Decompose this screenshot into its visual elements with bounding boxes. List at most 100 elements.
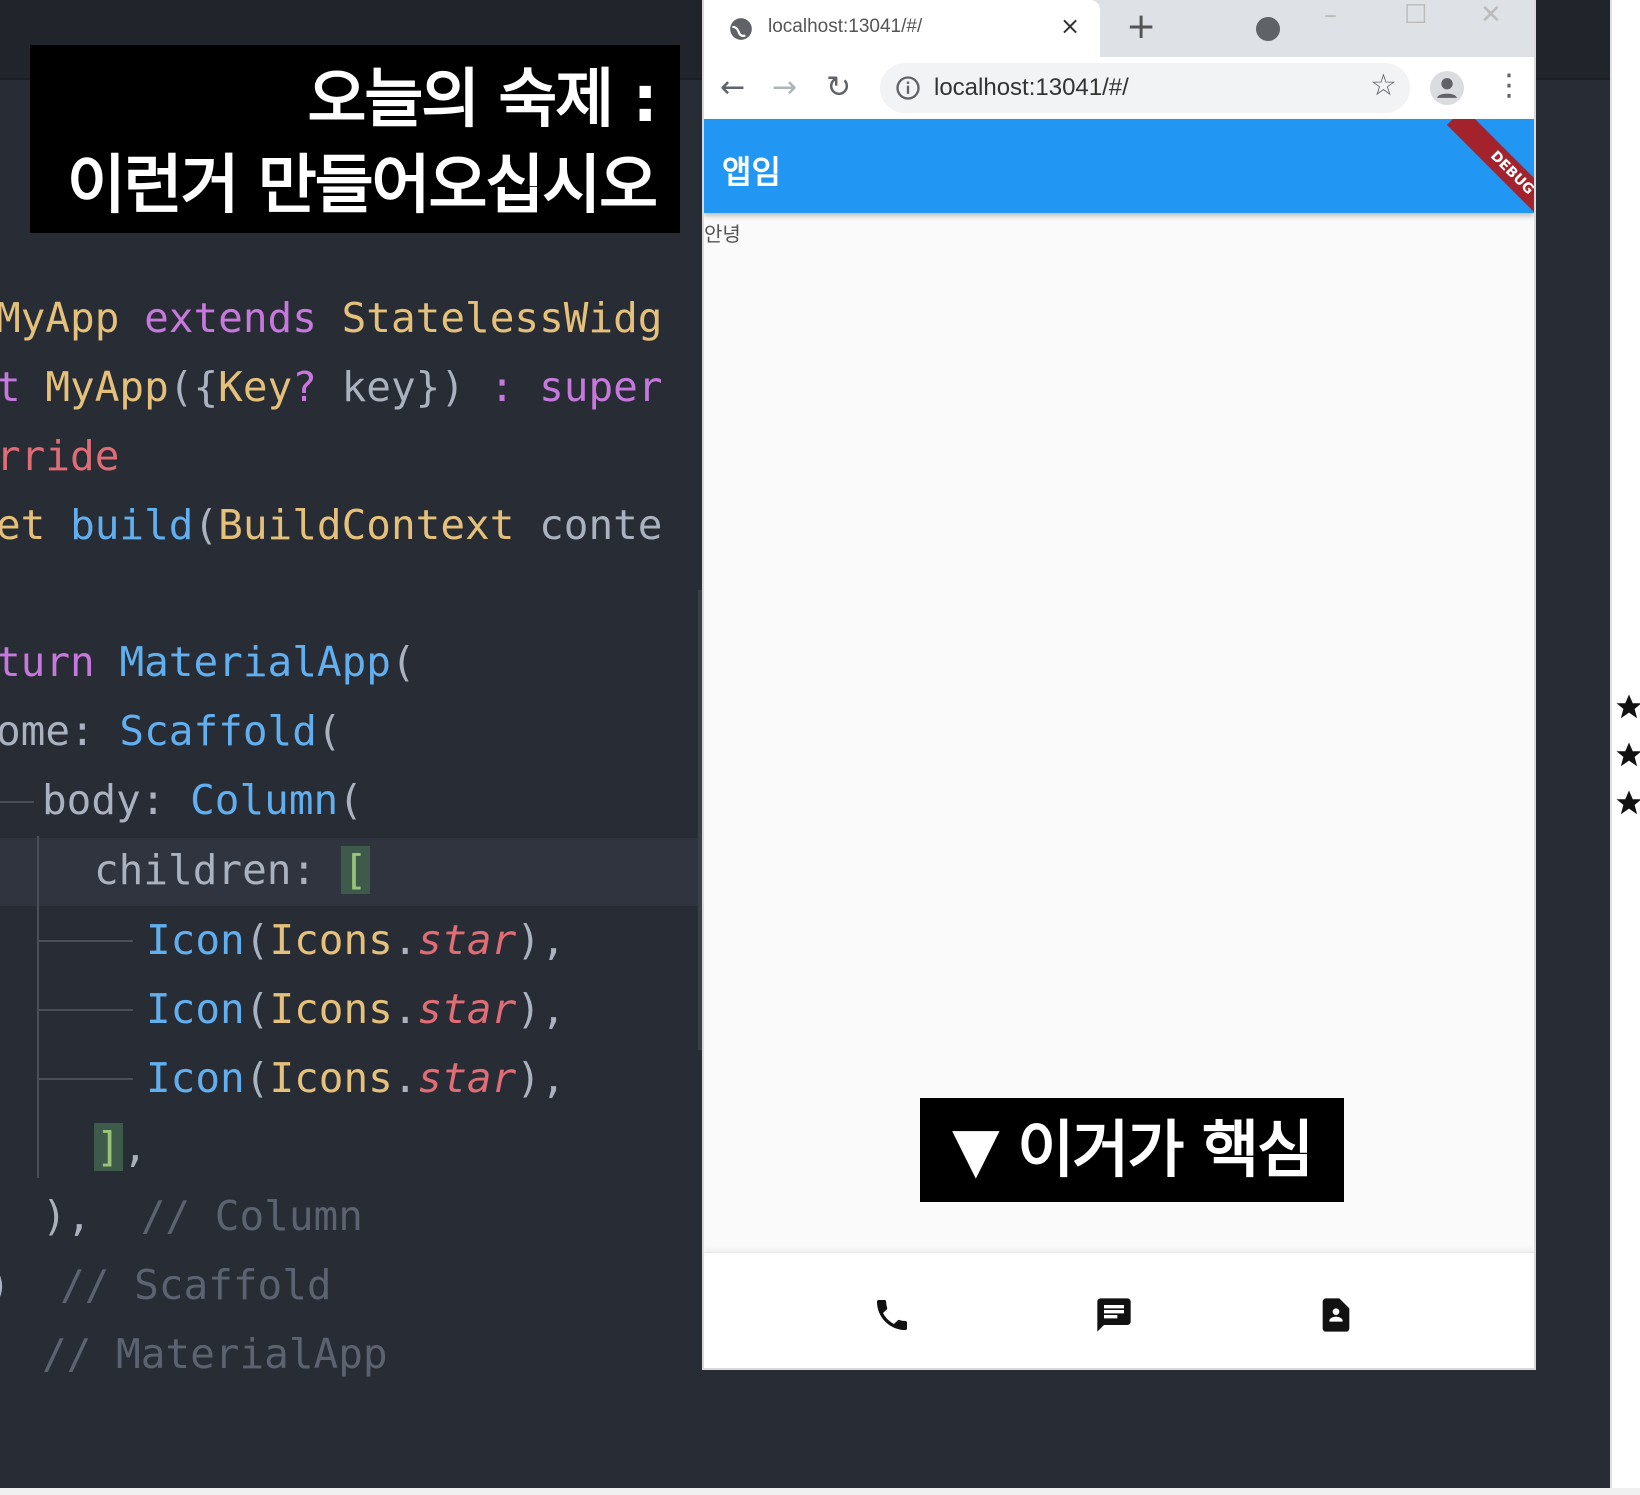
code-token: Icons — [269, 1054, 393, 1102]
code-token: Icons — [269, 916, 393, 964]
code-token: et — [0, 501, 46, 549]
code-line[interactable]: Icon(Icons.star), — [146, 906, 566, 975]
indent-guide — [37, 1009, 133, 1011]
code-line[interactable]: et build(BuildContext conte — [0, 491, 663, 560]
code-token: ( — [244, 916, 270, 964]
code-token: turn — [0, 638, 95, 686]
code-token: [ — [340, 846, 370, 894]
code-line[interactable]: body: Column( — [42, 766, 363, 835]
caption-line-1: 오늘의 숙제 : — [307, 63, 658, 137]
code-token: Key — [218, 363, 293, 411]
tab-title: localhost:13041/#/ — [768, 16, 923, 37]
code-token: Icon — [146, 916, 245, 964]
code-token: Icon — [146, 1054, 245, 1102]
code-token: ( — [244, 1054, 270, 1102]
code-token: // Scaffold — [60, 1261, 332, 1309]
code-token: MaterialApp — [119, 638, 391, 686]
code-token: MyApp — [0, 294, 120, 342]
code-token: children: — [94, 846, 341, 894]
browser-tab[interactable]: localhost:13041/#/ × — [704, 0, 1100, 57]
code-token: star — [417, 985, 517, 1033]
close-icon[interactable]: × — [1060, 12, 1080, 40]
info-icon[interactable] — [894, 74, 922, 102]
indent-guide — [37, 1078, 133, 1080]
star-icon — [1616, 790, 1640, 815]
code-token: // Column — [140, 1192, 363, 1240]
code-token: . — [392, 916, 418, 964]
code-token: ({ — [168, 363, 219, 411]
code-token: ), — [516, 916, 566, 964]
indent-guide — [0, 801, 34, 803]
code-token: extends — [144, 294, 317, 342]
code-line[interactable]: ), // Column — [42, 1182, 363, 1251]
forward-arrow-icon[interactable]: → — [772, 73, 797, 103]
code-line[interactable]: ], — [94, 1113, 147, 1182]
code-token: . — [392, 1054, 418, 1102]
code-token: conte — [514, 501, 663, 549]
app-bar-title: 앱임 — [722, 153, 781, 191]
code-token: Scaffold — [119, 707, 317, 755]
reload-icon[interactable]: ↻ — [826, 73, 851, 103]
code-line[interactable]: Icon(Icons.star), — [146, 1044, 566, 1113]
code-line[interactable]: MyApp extends StatelessWidg — [0, 284, 663, 353]
window-close-icon[interactable]: ✕ — [1480, 0, 1502, 30]
tab-strip: localhost:13041/#/ × + – ☐ ✕ — [704, 0, 1534, 57]
phone-icon[interactable] — [872, 1295, 912, 1335]
star-bookmark-icon[interactable]: ☆ — [1370, 71, 1397, 101]
code-line[interactable]: t MyApp({Key? key}) : super — [0, 353, 663, 422]
code-token: ? — [292, 363, 317, 411]
plus-icon[interactable]: + — [1126, 6, 1156, 47]
code-token: key}) — [316, 363, 490, 411]
code-token: MyApp — [45, 363, 169, 411]
indent-guide — [37, 836, 39, 1178]
code-token: . — [392, 985, 418, 1033]
code-token: rride — [0, 432, 120, 480]
code-token: build — [70, 501, 194, 549]
code-line[interactable]: // MaterialApp — [42, 1320, 388, 1389]
profile-icon[interactable] — [1430, 71, 1464, 105]
code-token: Column — [190, 776, 339, 824]
code-token: : super — [489, 363, 663, 411]
code-token: // MaterialApp — [42, 1330, 388, 1378]
code-token: Icons — [269, 985, 393, 1033]
code-token: ( — [193, 501, 219, 549]
code-token: ( — [338, 776, 363, 824]
debug-banner: DEBUG — [1446, 119, 1534, 213]
indent-guide — [37, 940, 133, 942]
code-token: , — [122, 1123, 148, 1171]
code-line[interactable]: turn MaterialApp( — [0, 628, 416, 697]
contact-page-icon[interactable] — [1316, 1295, 1356, 1335]
code-token: star — [417, 916, 517, 964]
maximize-icon[interactable]: ☐ — [1404, 0, 1427, 30]
code-line[interactable]: ome: Scaffold( — [0, 697, 342, 766]
browser-window: localhost:13041/#/ × + – ☐ ✕ ← → ↻ local… — [704, 0, 1534, 1368]
code-token: body: — [42, 776, 191, 824]
code-token: BuildContext — [218, 501, 515, 549]
code-line[interactable]: children: [ — [94, 836, 370, 905]
code-token: star — [417, 1054, 517, 1102]
code-token: StatelessWidg — [341, 294, 663, 342]
core-caption: ▼ 이거가 핵심 — [920, 1098, 1344, 1202]
code-token: ) — [0, 1261, 60, 1309]
code-token: ( — [316, 707, 342, 755]
code-token: ] — [94, 1123, 123, 1171]
message-icon[interactable] — [1094, 1295, 1134, 1335]
tab-search-icon[interactable] — [1256, 17, 1280, 41]
code-line[interactable]: Icon(Icons.star), — [146, 975, 566, 1044]
star-icon — [1616, 694, 1640, 719]
bottom-edge — [0, 1488, 1640, 1495]
bottom-bar — [704, 1252, 1534, 1368]
body-text: 안녕 — [704, 222, 741, 246]
code-token: t — [0, 363, 21, 411]
star-icon — [1616, 742, 1640, 767]
homework-caption: 오늘의 숙제 : 이런거 만들어오십시오 — [30, 45, 680, 233]
code-line[interactable]: rride — [0, 422, 119, 491]
kebab-menu-icon[interactable]: ⋮ — [1494, 71, 1524, 101]
browser-toolbar: ← → ↻ localhost:13041/#/ ☆ ⋮ — [704, 57, 1534, 120]
code-line[interactable]: ) // Scaffold — [0, 1251, 332, 1320]
caption-line-2: 이런거 만들어오십시오 — [66, 149, 658, 223]
minimize-icon[interactable]: – — [1324, 0, 1337, 30]
url-text[interactable]: localhost:13041/#/ — [934, 74, 1129, 102]
code-token: ( — [390, 638, 416, 686]
back-arrow-icon[interactable]: ← — [720, 73, 745, 103]
